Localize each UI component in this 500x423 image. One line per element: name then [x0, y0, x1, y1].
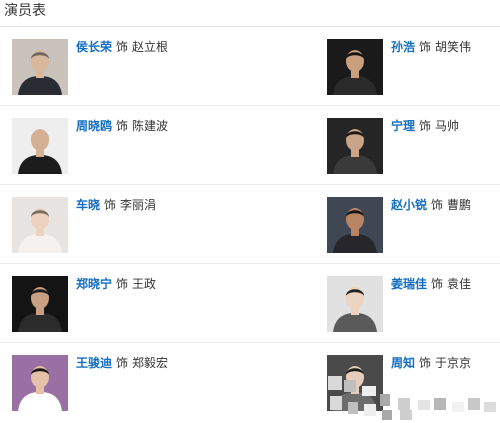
role-name: 赵立根 — [132, 40, 169, 54]
portrait-image — [12, 355, 68, 411]
mosaic-cell — [328, 376, 342, 390]
mosaic-cell — [348, 402, 358, 414]
role-name: 曹鹏 — [447, 198, 472, 212]
role-name: 于京京 — [435, 356, 472, 370]
portrait-image — [12, 276, 68, 332]
as-label: 饰 — [419, 356, 432, 370]
mosaic-cell — [382, 410, 392, 420]
cast-card: 姜瑞佳饰袁佳 — [327, 276, 497, 332]
section-title: 演员表 — [4, 3, 46, 19]
as-label: 饰 — [116, 356, 129, 370]
mosaic-cell — [434, 398, 446, 410]
cast-card: 侯长荣饰赵立根 — [12, 39, 312, 95]
actor-name-link[interactable]: 郑晓宁 — [76, 277, 112, 291]
cast-row: 周晓鸥饰陈建波 宁理饰马帅 — [0, 106, 500, 185]
cast-caption: 车晓饰李丽涓 — [76, 197, 156, 213]
as-label: 饰 — [431, 198, 444, 212]
mosaic-cell — [452, 402, 464, 412]
actor-name-link[interactable]: 侯长荣 — [76, 40, 112, 54]
as-label: 饰 — [431, 277, 444, 291]
cast-caption: 郑晓宁饰王政 — [76, 276, 156, 292]
cast-caption: 宁理饰马帅 — [391, 118, 459, 134]
mosaic-cell — [418, 400, 430, 410]
as-label: 饰 — [116, 40, 129, 54]
cast-caption: 赵小锐饰曹鹏 — [391, 197, 471, 213]
cast-card: 孙浩饰胡笑伟 — [327, 39, 497, 95]
role-name: 袁佳 — [447, 277, 472, 291]
cast-caption: 周知饰于京京 — [391, 355, 471, 371]
actor-name-link[interactable]: 周知 — [391, 356, 415, 370]
portrait-image — [327, 118, 383, 174]
role-name: 马帅 — [435, 119, 460, 133]
actor-name-link[interactable]: 王骏迪 — [76, 356, 112, 370]
actor-photo[interactable] — [327, 276, 383, 332]
mosaic-cell — [380, 394, 390, 406]
portrait-image — [327, 39, 383, 95]
actor-photo[interactable] — [12, 39, 68, 95]
role-name: 王政 — [132, 277, 157, 291]
as-label: 饰 — [116, 277, 129, 291]
cast-caption: 侯长荣饰赵立根 — [76, 39, 168, 55]
cast-row: 车晓饰李丽涓 赵小锐饰曹鹏 — [0, 185, 500, 264]
portrait-image — [12, 39, 68, 95]
cast-card: 周晓鸥饰陈建波 — [12, 118, 312, 174]
mosaic-cell — [484, 402, 496, 412]
mosaic-cell — [398, 398, 410, 410]
actor-photo[interactable] — [12, 355, 68, 411]
actor-name-link[interactable]: 孙浩 — [391, 40, 415, 54]
mosaic-cell — [468, 398, 480, 410]
portrait-image — [327, 276, 383, 332]
mosaic-cell — [344, 380, 356, 392]
watermark-mosaic — [328, 376, 500, 423]
mosaic-cell — [364, 404, 376, 416]
actor-name-link[interactable]: 赵小锐 — [391, 198, 427, 212]
as-label: 饰 — [104, 198, 117, 212]
cast-caption: 孙浩饰胡笑伟 — [391, 39, 471, 55]
role-name: 李丽涓 — [120, 198, 157, 212]
mosaic-cell — [400, 410, 412, 420]
cast-card: 宁理饰马帅 — [327, 118, 497, 174]
portrait-image — [12, 197, 68, 253]
cast-caption: 周晓鸥饰陈建波 — [76, 118, 168, 134]
actor-name-link[interactable]: 姜瑞佳 — [391, 277, 427, 291]
mosaic-cell — [330, 396, 342, 410]
as-label: 饰 — [419, 119, 432, 133]
cast-row: 侯长荣饰赵立根 孙浩饰胡笑伟 — [0, 27, 500, 106]
mosaic-cell — [362, 386, 376, 396]
portrait-image — [327, 197, 383, 253]
actor-name-link[interactable]: 宁理 — [391, 119, 415, 133]
cast-caption: 姜瑞佳饰袁佳 — [391, 276, 471, 292]
cast-card: 郑晓宁饰王政 — [12, 276, 312, 332]
cast-caption: 王骏迪饰郑毅宏 — [76, 355, 168, 371]
cast-card: 赵小锐饰曹鹏 — [327, 197, 497, 253]
actor-photo[interactable] — [327, 39, 383, 95]
actor-name-link[interactable]: 周晓鸥 — [76, 119, 112, 133]
cast-list: 侯长荣饰赵立根 孙浩饰胡笑伟 周晓鸥饰陈建波 宁理饰马帅 车晓 饰 李丽涓 赵小… — [0, 27, 500, 422]
role-name: 陈建波 — [132, 119, 169, 133]
actor-photo[interactable] — [12, 276, 68, 332]
as-label: 饰 — [116, 119, 129, 133]
actor-name-link[interactable]: 车晓 — [76, 198, 100, 212]
actor-photo[interactable] — [327, 197, 383, 253]
as-label: 饰 — [419, 40, 432, 54]
cast-card: 车晓饰李丽涓 — [12, 197, 312, 253]
actor-photo[interactable] — [12, 197, 68, 253]
cast-card: 王骏迪饰郑毅宏 — [12, 355, 312, 411]
actor-photo[interactable] — [12, 118, 68, 174]
cast-row: 郑晓宁饰王政 姜瑞佳饰袁佳 — [0, 264, 500, 343]
portrait-image — [12, 118, 68, 174]
role-name: 郑毅宏 — [132, 356, 169, 370]
role-name: 胡笑伟 — [435, 40, 472, 54]
actor-photo[interactable] — [327, 118, 383, 174]
